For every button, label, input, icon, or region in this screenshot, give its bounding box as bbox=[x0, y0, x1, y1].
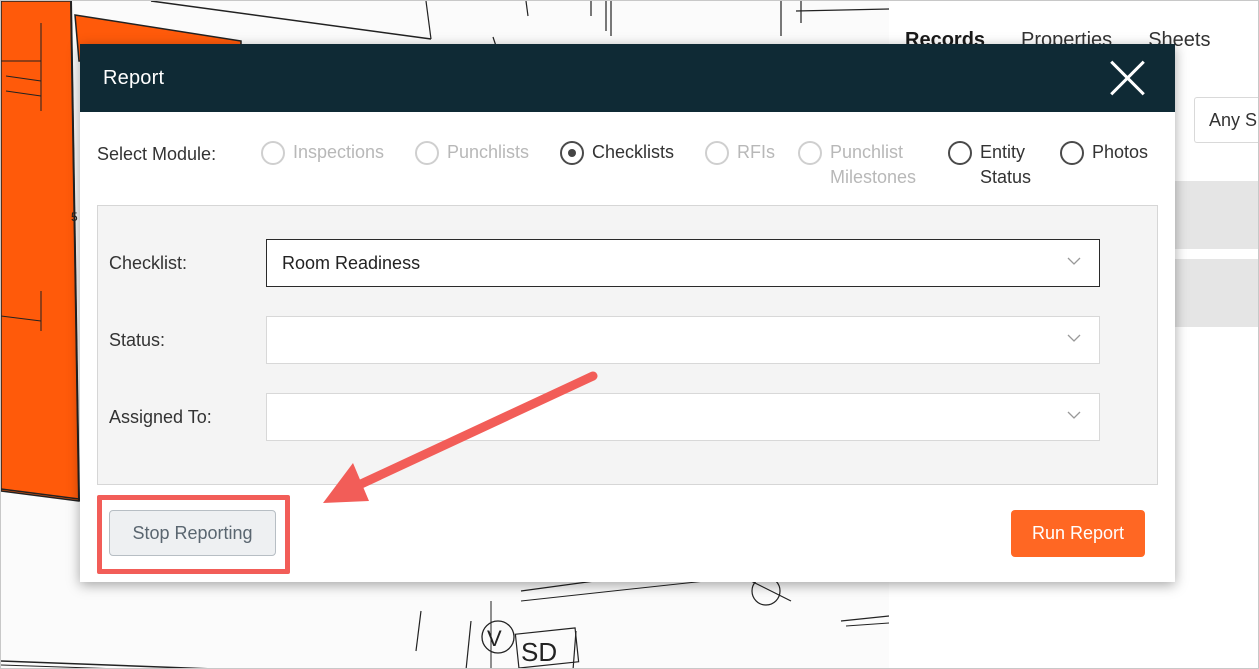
checklist-label: Checklist: bbox=[109, 253, 188, 273]
radio-label: Photos bbox=[1092, 142, 1149, 162]
radio-photos[interactable]: Photos bbox=[1060, 140, 1148, 165]
report-modal: Report Select Module: Inspections Punchl… bbox=[80, 44, 1175, 582]
status-label: Status: bbox=[109, 330, 166, 350]
radio-label: RFIs bbox=[737, 142, 775, 162]
radio-punchlists[interactable]: Punchlists bbox=[415, 140, 529, 165]
modal-title: Report bbox=[103, 66, 165, 89]
radio-button[interactable] bbox=[798, 141, 822, 165]
assigned-to-label: Assigned To: bbox=[109, 407, 212, 427]
checklist-select-value: Room Readiness bbox=[282, 253, 421, 273]
chevron-down-icon[interactable] bbox=[1067, 254, 1081, 268]
assigned-to-select[interactable] bbox=[266, 393, 1100, 441]
radio-button[interactable] bbox=[415, 141, 439, 165]
filter-panel: Checklist: Room Readiness Status: Assign… bbox=[97, 205, 1158, 485]
radio-label: Punchlists bbox=[447, 142, 530, 162]
radio-label: Inspections bbox=[293, 142, 385, 162]
radio-label-line: Punchlist bbox=[830, 142, 904, 162]
radio-label: Checklists bbox=[592, 142, 675, 162]
status-select[interactable] bbox=[266, 316, 1100, 364]
radio-button[interactable] bbox=[705, 141, 729, 165]
radio-label-line: Milestones bbox=[830, 167, 917, 187]
radio-label-line: Status bbox=[980, 167, 1032, 187]
drawing-label-v: V bbox=[487, 626, 502, 651]
radio-button[interactable] bbox=[948, 141, 972, 165]
drawing-label-sd: SD bbox=[521, 637, 557, 667]
radio-button-selected[interactable] bbox=[560, 141, 584, 165]
chevron-down-icon[interactable] bbox=[1067, 408, 1081, 422]
select-module-label: Select Module: bbox=[97, 144, 217, 164]
radio-button[interactable] bbox=[261, 141, 285, 165]
radio-inspections[interactable]: Inspections bbox=[261, 140, 384, 165]
assigned-to-field-row: Assigned To: bbox=[98, 393, 1159, 441]
radio-punchlist-milestones[interactable]: Punchlist Milestones bbox=[798, 140, 916, 190]
checklist-select[interactable]: Room Readiness bbox=[266, 239, 1100, 287]
stop-reporting-button[interactable]: Stop Reporting bbox=[109, 510, 276, 556]
close-icon[interactable] bbox=[1107, 58, 1147, 98]
select-module-row: Select Module: Inspections Punchlists Ch… bbox=[97, 140, 1167, 200]
drawing-label-5: 5 bbox=[71, 210, 78, 224]
radio-button[interactable] bbox=[1060, 141, 1084, 165]
side-filter-select[interactable]: Any S bbox=[1194, 97, 1258, 143]
radio-label: Punchlist Milestones bbox=[830, 140, 916, 190]
radio-entity-status[interactable]: Entity Status bbox=[948, 140, 1031, 190]
radio-checklists[interactable]: Checklists bbox=[560, 140, 674, 165]
checklist-field-row: Checklist: Room Readiness bbox=[98, 239, 1159, 287]
chevron-down-icon[interactable] bbox=[1067, 331, 1081, 345]
radio-label: Entity Status bbox=[980, 140, 1031, 190]
radio-rfis[interactable]: RFIs bbox=[705, 140, 775, 165]
modal-header: Report bbox=[80, 44, 1175, 112]
app-window: 5 V SD Records Properties Sheets Any S R… bbox=[0, 0, 1259, 669]
run-report-button[interactable]: Run Report bbox=[1011, 510, 1145, 557]
radio-label-line: Entity bbox=[980, 142, 1026, 162]
status-field-row: Status: bbox=[98, 316, 1159, 364]
